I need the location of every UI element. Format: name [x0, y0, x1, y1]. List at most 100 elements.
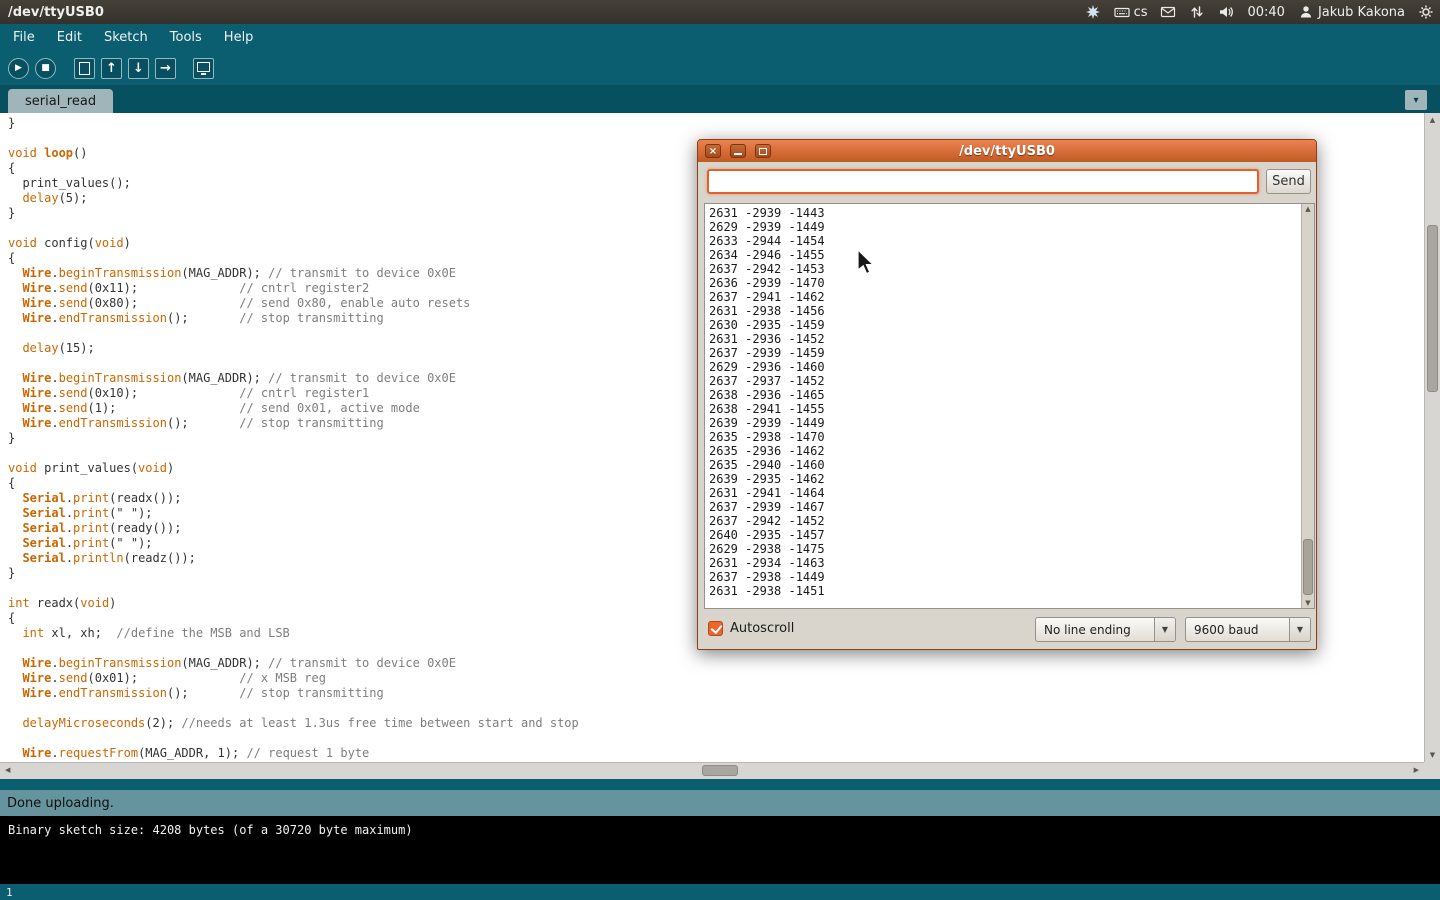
serial-line: 2629 -2939 -1449: [709, 220, 1297, 234]
serial-line: 2638 -2941 -1455: [709, 402, 1297, 416]
serial-line: 2635 -2936 -1462: [709, 444, 1297, 458]
upload-button[interactable]: [155, 58, 176, 79]
serial-line: 2630 -2935 -1459: [709, 318, 1297, 332]
serial-monitor-title: /dev/ttyUSB0: [959, 144, 1055, 159]
code-line: delayMicroseconds(2); //needs at least 1…: [8, 716, 1424, 731]
menu-file[interactable]: File: [2, 26, 46, 49]
serial-line: 2640 -2935 -1457: [709, 528, 1297, 542]
sync-arrows-icon[interactable]: [1189, 4, 1205, 20]
tab-serial-read[interactable]: serial_read: [8, 89, 113, 113]
user-menu[interactable]: Jakub Kakona: [1298, 4, 1405, 20]
menubar: FileEditSketchToolsHelp: [0, 24, 1440, 51]
close-button[interactable]: ×: [705, 144, 721, 158]
serial-line: 2631 -2941 -1464: [709, 486, 1297, 500]
serial-line: 2629 -2936 -1460: [709, 360, 1297, 374]
serial-output[interactable]: 2631 -2939 -14432629 -2939 -14492633 -29…: [705, 204, 1301, 608]
serial-send-input[interactable]: [707, 169, 1259, 194]
code-line: Wire.send(0x01); // x MSB reg: [8, 671, 1424, 686]
editor-horizontal-scrollbar[interactable]: ◀ ▶: [0, 762, 1424, 779]
stop-icon: [36, 59, 55, 78]
code-line: [8, 701, 1424, 716]
line-ending-value: No line ending: [1036, 618, 1154, 641]
line-number-bar: 1: [0, 884, 1440, 900]
serial-line: 2637 -2938 -1449: [709, 570, 1297, 584]
code-line: }: [8, 116, 1424, 131]
serial-line: 2637 -2939 -1459: [709, 346, 1297, 360]
send-button[interactable]: Send: [1266, 169, 1311, 194]
status-bar: Done uploading.: [0, 790, 1440, 816]
menu-help[interactable]: Help: [213, 26, 265, 49]
serial-scroll-down-arrow[interactable]: ▼: [1302, 599, 1314, 607]
maximize-icon: [759, 148, 767, 155]
baud-rate-select[interactable]: 9600 baud ▼: [1185, 617, 1311, 642]
serial-line: 2633 -2944 -1454: [709, 234, 1297, 248]
session-gear-icon[interactable]: [1418, 4, 1434, 20]
stop-button[interactable]: [35, 58, 56, 79]
tab-strip: serial_read: [0, 85, 1440, 113]
maximize-button[interactable]: [755, 144, 771, 158]
code-line: Wire.beginTransmission(MAG_ADDR); // tra…: [8, 656, 1424, 671]
line-ending-select[interactable]: No line ending ▼: [1035, 617, 1176, 642]
down-icon: [129, 59, 148, 78]
volume-icon[interactable]: [1218, 4, 1234, 20]
chevron-down-icon[interactable]: ▼: [1154, 618, 1175, 641]
open-sketch-button[interactable]: [101, 58, 122, 79]
baud-rate-value: 9600 baud: [1186, 618, 1289, 641]
vertical-scroll-thumb[interactable]: [1427, 225, 1438, 392]
autoscroll-checkbox[interactable]: [708, 621, 723, 636]
scroll-up-arrow[interactable]: ▲: [1425, 116, 1440, 124]
clock[interactable]: 00:40: [1247, 5, 1284, 20]
serial-monitor-titlebar[interactable]: × /dev/ttyUSB0: [698, 140, 1316, 162]
scroll-right-arrow[interactable]: ▶: [1414, 766, 1419, 774]
horizontal-scroll-thumb[interactable]: [702, 765, 738, 776]
window-controls: ×: [705, 144, 771, 158]
serial-line: 2638 -2936 -1465: [709, 388, 1297, 402]
new-sketch-button[interactable]: [74, 58, 95, 79]
console-text: Binary sketch size: 4208 bytes (of a 307…: [8, 823, 413, 837]
chevron-down-icon[interactable]: ▼: [1289, 618, 1310, 641]
serial-scroll-thumb[interactable]: [1303, 539, 1313, 595]
tab-menu-button[interactable]: [1405, 90, 1427, 110]
toolbar: [0, 51, 1440, 85]
serial-line: 2635 -2940 -1460: [709, 458, 1297, 472]
tab-label: serial_read: [25, 94, 96, 109]
system-tray: cs 00:40 Jakub Kakona: [1085, 0, 1434, 24]
verify-button[interactable]: [8, 58, 29, 79]
code-line: Wire.requestFrom(MAG_ADDR, 1); // reques…: [8, 746, 1424, 761]
minimize-icon: [734, 153, 742, 155]
save-sketch-button[interactable]: [128, 58, 149, 79]
mail-icon[interactable]: [1160, 4, 1176, 20]
serial-line: 2639 -2935 -1462: [709, 472, 1297, 486]
code-line: Wire.endTransmission(); // stop transmit…: [8, 686, 1424, 701]
app-indicator-icon[interactable]: [1085, 4, 1101, 20]
serial-scrollbar[interactable]: ▲ ▼: [1301, 204, 1314, 608]
serial-line: 2637 -2937 -1452: [709, 374, 1297, 388]
scrollbar-corner: [1424, 762, 1440, 779]
editor-vertical-scrollbar[interactable]: ▲ ▼: [1424, 113, 1440, 762]
user-icon: [1298, 4, 1314, 20]
keyboard-layout-label: cs: [1134, 5, 1148, 20]
menu-sketch[interactable]: Sketch: [93, 26, 159, 49]
menu-tools[interactable]: Tools: [159, 26, 213, 49]
serial-line: 2637 -2942 -1453: [709, 262, 1297, 276]
top-panel: /dev/ttyUSB0 cs 00:40 Jakub Kakona: [0, 0, 1440, 24]
serial-monitor-window: × /dev/ttyUSB0 Send 2631 -2939 -14432629…: [697, 139, 1317, 650]
serial-line: 2635 -2938 -1470: [709, 430, 1297, 444]
menu-edit[interactable]: Edit: [46, 26, 93, 49]
serial-line: 2637 -2941 -1462: [709, 290, 1297, 304]
panel-window-title: /dev/ttyUSB0: [8, 5, 104, 20]
serial-line: 2634 -2946 -1455: [709, 248, 1297, 262]
status-message: Done uploading.: [7, 796, 114, 811]
keyboard-icon: [1114, 4, 1130, 20]
line-number: 1: [6, 886, 13, 899]
scroll-down-arrow[interactable]: ▼: [1425, 751, 1440, 759]
close-icon: ×: [709, 146, 717, 157]
serial-line: 2636 -2939 -1470: [709, 276, 1297, 290]
serial-monitor-button[interactable]: [193, 58, 214, 79]
serial-scroll-up-arrow[interactable]: ▲: [1302, 205, 1314, 213]
minimize-button[interactable]: [730, 144, 746, 158]
keyboard-layout-indicator[interactable]: cs: [1114, 4, 1148, 20]
serial-line: 2631 -2938 -1451: [709, 584, 1297, 598]
mouse-cursor: [857, 249, 879, 279]
scroll-left-arrow[interactable]: ◀: [5, 766, 10, 774]
